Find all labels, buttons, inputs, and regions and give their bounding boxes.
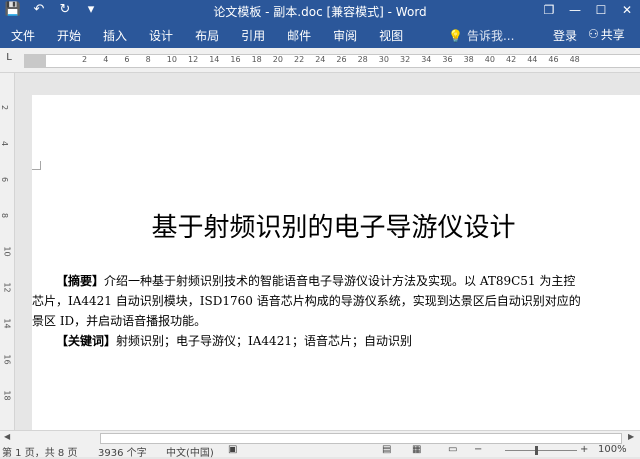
title-bar: 💾 ↶ ↻ ▾ 论文模板 - 副本.doc [兼容模式] - Word ❐ — … bbox=[0, 0, 640, 22]
read-mode-icon[interactable]: ▤ bbox=[382, 444, 391, 455]
document-area[interactable]: 基于射频识别的电子导游仪设计 【摘要】介绍一种基于射频识别技术的智能语音电子导游… bbox=[15, 73, 640, 430]
ruler-number: 26 bbox=[336, 55, 347, 64]
ruler-number: 14 bbox=[209, 55, 220, 64]
ruler-number: 38 bbox=[463, 55, 474, 64]
share-label: 共享 bbox=[600, 27, 625, 42]
tab-view[interactable]: 视图 bbox=[368, 22, 414, 48]
window-controls: ❐ — ☐ ✕ bbox=[536, 0, 640, 22]
abstract-line-3: 景区 ID，并启动语音播报功能。 bbox=[32, 314, 207, 328]
vertical-ruler-number: 16 bbox=[2, 354, 12, 365]
ruler-number: 36 bbox=[442, 55, 453, 64]
ruler-left-margin bbox=[24, 55, 46, 67]
ruler-number: 10 bbox=[166, 55, 177, 64]
ruler-number: 24 bbox=[315, 55, 326, 64]
ribbon-display-icon[interactable]: ❐ bbox=[536, 0, 562, 22]
scroll-left-icon[interactable]: ◀ bbox=[4, 432, 10, 441]
scrollbar-thumb[interactable] bbox=[100, 433, 622, 444]
ribbon-tabs: 文件 开始 插入 设计 布局 引用 邮件 审阅 视图 bbox=[0, 22, 414, 48]
ruler-number: 44 bbox=[527, 55, 538, 64]
zoom-slider-knob[interactable] bbox=[535, 446, 538, 455]
ruler-number: 4 bbox=[103, 55, 109, 64]
tab-layout[interactable]: 布局 bbox=[184, 22, 230, 48]
keywords-text: 射频识别；电子导游仪；IA4421；语音芯片；自动识别 bbox=[116, 334, 412, 348]
horizontal-ruler[interactable]: 2 4 6 8 10 12 14 16 18 20 22 24 26 28 30 32 34 36 38 40 42 44… bbox=[24, 54, 640, 68]
tab-home[interactable]: 开始 bbox=[46, 22, 92, 48]
tab-review[interactable]: 审阅 bbox=[322, 22, 368, 48]
ruler-number: 6 bbox=[124, 55, 130, 64]
zoom-out-icon[interactable]: − bbox=[474, 444, 482, 455]
vertical-ruler-number: 8 bbox=[0, 212, 10, 219]
maximize-icon[interactable]: ☐ bbox=[588, 0, 614, 22]
ruler-bar: L 2 4 6 8 10 12 14 16 18 20 22 24 26 28 30 32 34 36 38 40 42… bbox=[0, 48, 640, 73]
tell-me-box[interactable]: 💡 告诉我... bbox=[448, 27, 514, 44]
tab-mailings[interactable]: 邮件 bbox=[276, 22, 322, 48]
tab-insert[interactable]: 插入 bbox=[92, 22, 138, 48]
abstract-label: 【摘要】 bbox=[56, 274, 105, 288]
share-button[interactable]: ⚇ 共享 bbox=[588, 24, 638, 44]
ruler-number: 16 bbox=[230, 55, 241, 64]
vertical-ruler-number: 10 bbox=[2, 246, 12, 257]
ruler-number: 20 bbox=[272, 55, 283, 64]
ruler-number: 2 bbox=[82, 55, 88, 64]
vertical-ruler[interactable]: 2 4 6 8 10 12 14 16 18 bbox=[0, 73, 15, 430]
ruler-number: 34 bbox=[421, 55, 432, 64]
tab-references[interactable]: 引用 bbox=[230, 22, 276, 48]
document-title: 基于射频识别的电子导游仪设计 bbox=[151, 213, 516, 243]
keywords-label: 【关键词】 bbox=[56, 334, 117, 348]
keywords-paragraph: 【关键词】射频识别；电子导游仪；IA4421；语音芯片；自动识别 bbox=[32, 331, 640, 351]
person-icon: ⚇ bbox=[588, 27, 599, 41]
ribbon: 文件 开始 插入 设计 布局 引用 邮件 审阅 视图 💡 告诉我... 登录 ⚇… bbox=[0, 22, 640, 48]
zoom-in-icon[interactable]: + bbox=[580, 444, 588, 455]
vertical-ruler-number: 18 bbox=[2, 390, 12, 401]
ruler-number: 22 bbox=[294, 55, 305, 64]
print-layout-icon[interactable]: ▦ bbox=[412, 444, 421, 455]
status-bar: 第 1 页，共 8 页 3936 个字 中文(中国) ▣ ▤ ▦ ▭ − + 1… bbox=[0, 444, 640, 459]
ruler-number: 32 bbox=[400, 55, 411, 64]
zoom-slider[interactable] bbox=[505, 450, 577, 451]
minimize-icon[interactable]: — bbox=[562, 0, 588, 22]
ruler-number: 18 bbox=[251, 55, 262, 64]
ruler-number: 28 bbox=[357, 55, 368, 64]
login-button[interactable]: 登录 bbox=[553, 27, 577, 44]
abstract-paragraph: 【摘要】介绍一种基于射频识别技术的智能语音电子导游仪设计方法及实现。以 AT89… bbox=[32, 271, 640, 291]
close-icon[interactable]: ✕ bbox=[614, 0, 640, 22]
tab-design[interactable]: 设计 bbox=[138, 22, 184, 48]
vertical-ruler-number: 4 bbox=[0, 140, 10, 147]
vertical-ruler-number: 12 bbox=[2, 282, 12, 293]
horizontal-scrollbar[interactable]: ◀ ▶ bbox=[0, 430, 640, 445]
ruler-number: 8 bbox=[145, 55, 151, 64]
abstract-line-2: 芯片，IA4421 自动识别模块，ISD1760 语音芯片构成的导游仪系统，实现… bbox=[32, 294, 581, 308]
macro-record-icon[interactable]: ▣ bbox=[228, 444, 237, 455]
tab-selector-icon[interactable]: L bbox=[2, 52, 16, 66]
document-page[interactable]: 基于射频识别的电子导游仪设计 【摘要】介绍一种基于射频识别技术的智能语音电子导游… bbox=[32, 95, 640, 430]
ruler-number: 48 bbox=[569, 55, 580, 64]
vertical-ruler-number: 6 bbox=[0, 176, 10, 183]
vertical-ruler-number: 2 bbox=[0, 104, 10, 111]
tell-me-label: 告诉我... bbox=[466, 29, 515, 43]
abstract-line-1: 介绍一种基于射频识别技术的智能语音电子导游仪设计方法及实现。以 AT89C51 … bbox=[104, 274, 576, 288]
ruler-number: 40 bbox=[484, 55, 495, 64]
vertical-ruler-number: 14 bbox=[2, 318, 12, 329]
ruler-number: 42 bbox=[506, 55, 517, 64]
zoom-level[interactable]: 100% bbox=[598, 444, 627, 455]
ruler-number: 30 bbox=[378, 55, 389, 64]
web-layout-icon[interactable]: ▭ bbox=[448, 444, 457, 455]
tab-file[interactable]: 文件 bbox=[0, 22, 46, 48]
ruler-number: 46 bbox=[548, 55, 559, 64]
lightbulb-icon: 💡 bbox=[448, 28, 463, 43]
crop-mark bbox=[32, 161, 41, 170]
scroll-right-icon[interactable]: ▶ bbox=[628, 432, 634, 441]
ruler-number: 12 bbox=[188, 55, 199, 64]
